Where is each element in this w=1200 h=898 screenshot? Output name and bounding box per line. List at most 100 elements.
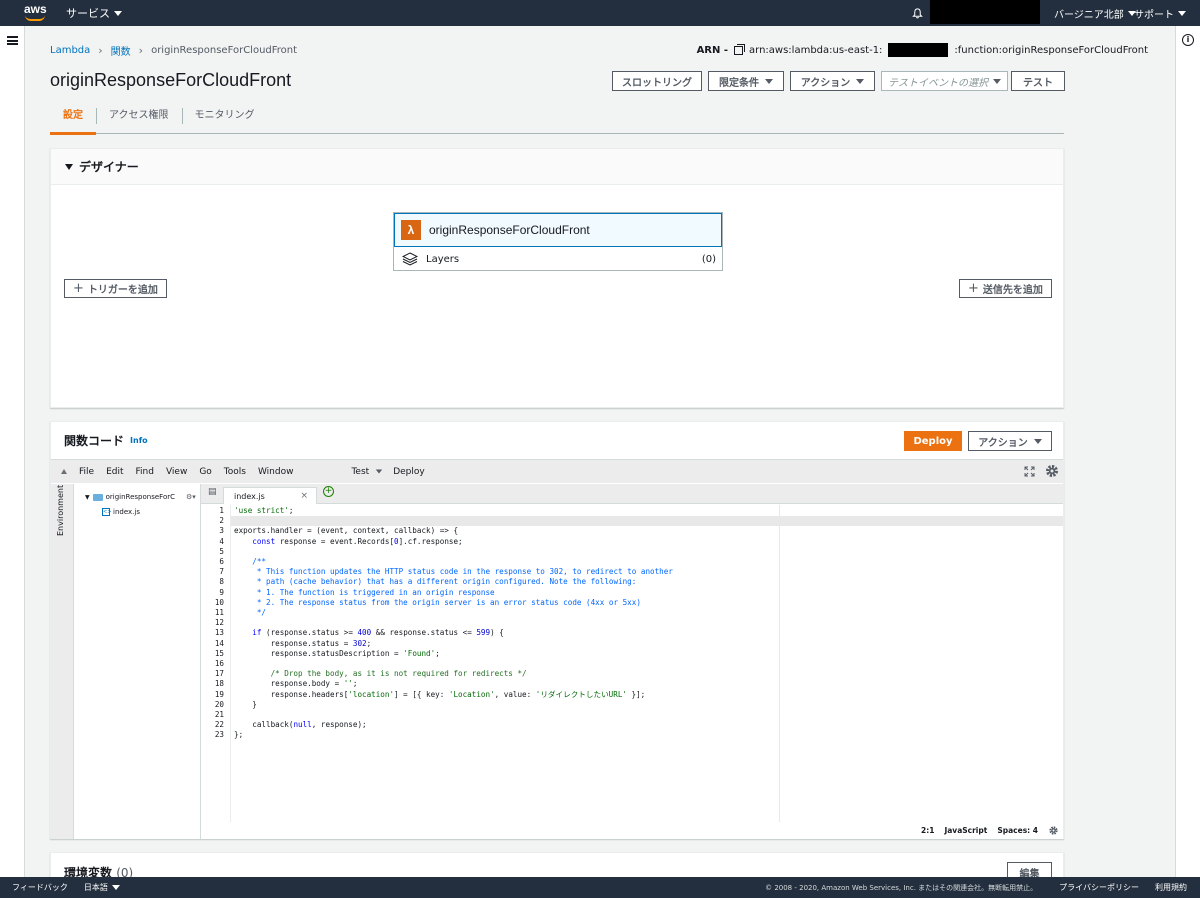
function-node-name[interactable]: λ originResponseForCloudFront [394, 213, 722, 247]
add-destination-button[interactable]: + 送信先を追加 [959, 279, 1052, 298]
breadcrumb-lambda[interactable]: Lambda [50, 45, 90, 56]
indent-setting[interactable]: Spaces: 4 [997, 826, 1038, 835]
language-selector[interactable]: 日本語 [84, 882, 120, 893]
copy-icon[interactable] [734, 43, 746, 55]
add-trigger-button[interactable]: + トリガーを追加 [64, 279, 167, 298]
test-label: テスト [1023, 77, 1053, 89]
tree-file-row[interactable]: <> index.js [102, 508, 140, 516]
language-label: 日本語 [83, 883, 108, 892]
editor-tab-index-js[interactable]: index.js × [223, 487, 317, 504]
region-label: バージニア北部 [1054, 9, 1124, 21]
ide-deploy-menu[interactable]: Deploy [393, 467, 425, 477]
page-title: originResponseForCloudFront [50, 70, 292, 90]
services-menu[interactable]: サービス [66, 5, 122, 21]
region-menu[interactable]: バージニア北部 [1054, 0, 1136, 26]
environment-label: Environment [56, 484, 65, 536]
code-actions-label: アクション [978, 437, 1028, 449]
chevron-down-icon [765, 78, 773, 84]
designer-header[interactable]: デザイナー [51, 149, 1063, 185]
line-number: 1 [219, 506, 224, 515]
code-actions-button[interactable]: アクション [968, 431, 1052, 451]
environment-strip[interactable]: Environment [51, 484, 74, 839]
account-menu-redacted[interactable] [930, 0, 1040, 24]
ide-menu-go[interactable]: Go [199, 467, 211, 477]
deploy-button[interactable]: Deploy [904, 431, 962, 451]
code-line: response.statusDescription = 'Found'; [234, 648, 440, 658]
code-line: response.headers['location'] = [{ key: '… [234, 689, 646, 699]
code-line: const response = event.Records[0].cf.res… [252, 536, 463, 546]
code-line: */ [234, 608, 267, 617]
collapse-icon[interactable] [61, 469, 67, 474]
js-file-icon: <> [102, 508, 112, 516]
code-line: * 2. The response status from the origin… [234, 597, 641, 607]
support-menu[interactable]: サポート [1134, 0, 1186, 26]
ide-menu-view[interactable]: View [166, 467, 187, 477]
qualifiers-label: 限定条件 [719, 77, 759, 89]
ide-menu-window[interactable]: Window [258, 467, 294, 477]
tab-monitoring[interactable]: モニタリング [181, 104, 268, 134]
gear-icon[interactable]: ⚙▾ [186, 493, 196, 501]
code-editor[interactable]: 'use strict'; exports.handler = (event, c… [231, 505, 1063, 822]
feedback-link[interactable]: フィードバック [12, 882, 68, 893]
qualifiers-button[interactable]: 限定条件 [708, 71, 784, 91]
editor-settings-gear-icon[interactable] [1048, 825, 1059, 836]
layers-row[interactable]: Layers (0) [394, 247, 722, 271]
terms-link[interactable]: 利用規約 [1155, 882, 1187, 893]
code-line: * 1. The function is triggered in an ori… [234, 587, 495, 597]
line-number: 11 [214, 608, 224, 617]
current-line-highlight [231, 516, 1063, 526]
breadcrumb-functions[interactable]: 関数 [111, 43, 131, 58]
menu-icon[interactable] [7, 36, 18, 45]
ide-menu-edit[interactable]: Edit [106, 467, 123, 477]
line-number: 9 [219, 587, 224, 597]
cursor-position[interactable]: 2:1 [921, 826, 934, 835]
plus-icon: + [73, 281, 84, 296]
fullscreen-icon[interactable] [1024, 466, 1035, 477]
caret-down-icon: ▼ [85, 493, 90, 501]
code-line: exports.handler = (event, context, callb… [234, 526, 459, 536]
tree-folder-row[interactable]: ▼ originResponseForC ⚙▾ [85, 493, 196, 501]
chevron-down-icon[interactable] [376, 469, 383, 474]
add-tab-icon[interactable]: + [323, 486, 334, 497]
line-number-gutter: 1 2 3 4 5 6 7 8 9 10 11 12 13 14 15 16 17 18 19 20 21 22 23 [201, 505, 231, 822]
folder-name: originResponseForC [105, 493, 175, 501]
ide-test-menu[interactable]: Test [351, 467, 369, 477]
ide-menu-find[interactable]: Find [136, 467, 154, 477]
privacy-link[interactable]: プライバシーポリシー [1059, 882, 1139, 893]
chevron-down-icon [993, 78, 1001, 84]
aws-smile-icon [25, 15, 45, 21]
close-icon[interactable]: × [300, 491, 308, 501]
lambda-icon: λ [401, 220, 421, 240]
line-number: 21 [214, 710, 224, 719]
line-number: 12 [214, 618, 224, 628]
code-line: response.body = ''; [234, 679, 358, 689]
info-icon[interactable]: i [1182, 34, 1194, 46]
editor-status-bar: 2:1 JavaScript Spaces: 4 [201, 822, 1063, 839]
arn-display: ARN - arn:aws:lambda:us-east-1::function… [697, 43, 1148, 57]
settings-gear-icon[interactable] [1044, 463, 1060, 479]
test-event-select[interactable]: テストイベントの選択 [881, 71, 1008, 91]
throttle-button[interactable]: スロットリング [612, 71, 702, 91]
chevron-down-icon [111, 885, 120, 890]
tab-configuration[interactable]: 設定 [50, 104, 96, 135]
print-margin [779, 505, 780, 822]
code-line: callback(null, response); [234, 720, 367, 730]
aws-logo-text: aws [24, 2, 47, 16]
tab-list-icon[interactable]: ▤ [208, 487, 217, 497]
test-button[interactable]: テスト [1011, 71, 1065, 91]
language-mode[interactable]: JavaScript [944, 826, 987, 835]
ide-menu-tools[interactable]: Tools [224, 467, 246, 477]
info-link[interactable]: Info [130, 436, 148, 445]
bell-icon[interactable] [912, 8, 923, 19]
line-number: 6 [219, 557, 224, 566]
line-number: 13 [214, 628, 224, 638]
actions-button[interactable]: アクション [790, 71, 875, 91]
right-help-panel: i [1175, 26, 1200, 877]
designer-panel: デザイナー λ originResponseForCloudFront Laye… [50, 148, 1064, 408]
aws-logo[interactable]: aws [24, 2, 47, 23]
actions-label: アクション [800, 77, 851, 89]
line-number: 4 [219, 536, 224, 546]
tab-permissions[interactable]: アクセス権限 [96, 104, 182, 134]
code-line: response.status = 302; [234, 638, 372, 648]
ide-menu-file[interactable]: File [79, 467, 94, 477]
